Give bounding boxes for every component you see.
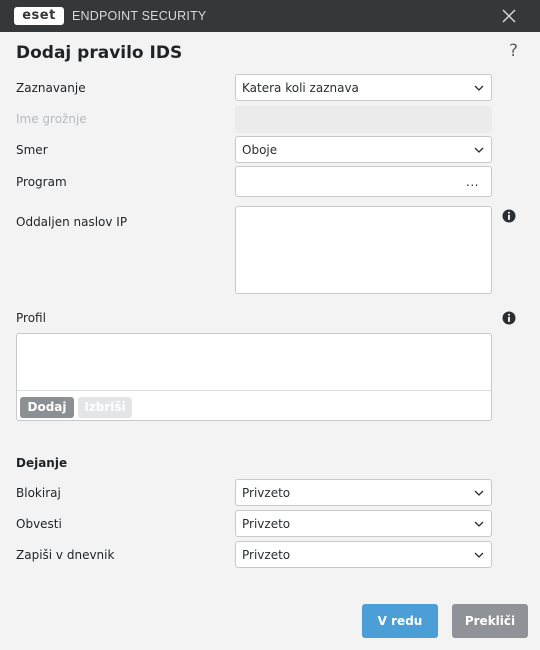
chevron-down-icon [474, 552, 484, 558]
log-label: Zapiši v dnevnik [16, 548, 115, 562]
help-icon[interactable]: ? [509, 41, 518, 61]
info-icon[interactable] [502, 209, 516, 223]
chevron-down-icon [474, 490, 484, 496]
chevron-down-icon [474, 147, 484, 153]
notify-select[interactable]: Privzeto [235, 510, 492, 537]
detection-select[interactable]: Katera koli zaznava [235, 74, 492, 101]
block-select[interactable]: Privzeto [235, 479, 492, 506]
add-profile-button[interactable]: Dodaj [20, 397, 74, 418]
application-field[interactable]: ... [235, 166, 492, 197]
notify-label: Obvesti [16, 517, 62, 531]
profile-label: Profil [16, 311, 46, 325]
info-icon[interactable] [502, 311, 516, 325]
profile-list[interactable] [17, 334, 491, 391]
chevron-down-icon [474, 85, 484, 91]
remote-ip-textarea[interactable] [235, 206, 492, 294]
notify-value: Privzeto [242, 517, 291, 531]
title-bar: eset ENDPOINT SECURITY [0, 0, 540, 32]
threat-name-field [235, 106, 492, 133]
direction-label: Smer [16, 143, 48, 157]
application-label: Program [16, 175, 67, 189]
threat-name-label: Ime grožnje [16, 112, 87, 126]
close-icon[interactable] [500, 7, 518, 25]
remote-ip-label: Oddaljen naslov IP [16, 215, 128, 229]
detection-value: Katera koli zaznava [242, 81, 359, 95]
log-select[interactable]: Privzeto [235, 541, 492, 568]
eset-logo: eset [14, 7, 64, 25]
direction-select[interactable]: Oboje [235, 136, 492, 163]
log-value: Privzeto [242, 548, 291, 562]
block-value: Privzeto [242, 486, 291, 500]
ok-button[interactable]: V redu [362, 604, 438, 638]
block-label: Blokiraj [16, 486, 61, 500]
chevron-down-icon [474, 521, 484, 527]
browse-button[interactable]: ... [466, 175, 479, 189]
detection-label: Zaznavanje [16, 81, 86, 95]
app-name: ENDPOINT SECURITY [72, 9, 207, 23]
delete-profile-button: Izbriši [78, 397, 132, 418]
direction-value: Oboje [242, 143, 278, 157]
cancel-button[interactable]: Prekliči [452, 604, 528, 638]
profile-box: Dodaj Izbriši [16, 333, 492, 421]
dialog-title: Dodaj pravilo IDS [16, 43, 183, 63]
action-heading: Dejanje [16, 456, 68, 470]
